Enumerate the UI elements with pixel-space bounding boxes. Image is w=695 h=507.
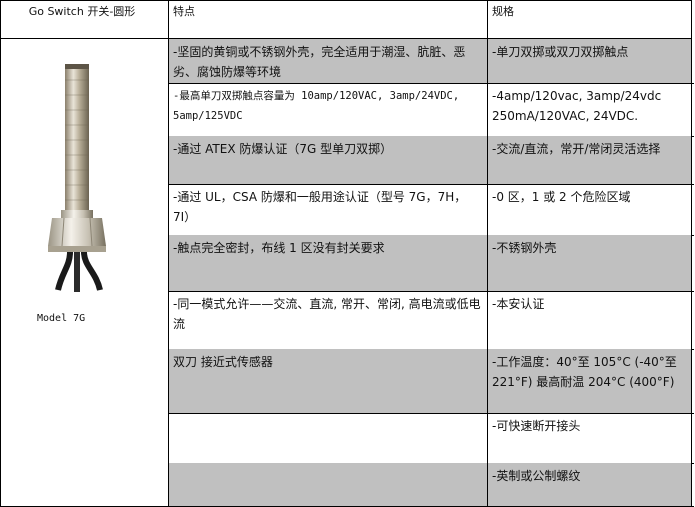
feature-text: -通过 UL，CSA 防爆和一般用途认证（型号 7G，7H，7I） bbox=[173, 190, 467, 224]
spec-text: -工作温度：40°至 105°C (-40°至 221°F) 最高耐温 204°… bbox=[492, 355, 677, 389]
spec-cell: -本安认证 bbox=[488, 291, 691, 349]
feature-cell: 双刀 接近式传感器 bbox=[169, 349, 487, 413]
header-specs-text: 规格 bbox=[492, 5, 514, 18]
header-features: 特点 bbox=[169, 0, 487, 38]
grid-line bbox=[168, 0, 169, 507]
feature-text: -通过 ATEX 防爆认证（7G 型单刀双掷） bbox=[173, 142, 393, 156]
feature-text: -触点完全密封，布线 1 区没有封关要求 bbox=[173, 241, 385, 255]
spec-cell: -0 区，1 或 2 个危险区域 bbox=[488, 184, 691, 235]
grid-line bbox=[0, 38, 692, 39]
spec-text: -可快速断开接头 bbox=[492, 419, 581, 433]
feature-cell: -同一模式允许——交流、直流, 常开、常闭, 高电流或低电流 bbox=[169, 291, 487, 349]
spec-cell: -工作温度：40°至 105°C (-40°至 221°F) 最高耐温 204°… bbox=[488, 349, 691, 413]
spec-text: -0 区，1 或 2 个危险区域 bbox=[492, 190, 631, 204]
spec-cell: -英制或公制螺纹 bbox=[488, 463, 691, 506]
feature-cell bbox=[169, 463, 487, 506]
spec-text: -4amp/120vac, 3amp/24vdc 250mA/120VAC, 2… bbox=[492, 89, 662, 123]
header-features-text: 特点 bbox=[173, 5, 195, 18]
feature-text: -坚固的黄铜或不锈钢外壳，完全适用于潮湿、肮脏、恶劣、腐蚀防爆等环境 bbox=[173, 45, 466, 79]
grid-line bbox=[487, 0, 488, 507]
feature-text: -同一模式允许——交流、直流, 常开、常闭, 高电流或低电流 bbox=[173, 297, 481, 331]
spec-cell: -单刀双掷或双刀双掷触点 bbox=[488, 39, 691, 83]
feature-cell: -坚固的黄铜或不锈钢外壳，完全适用于潮湿、肮脏、恶劣、腐蚀防爆等环境 bbox=[169, 39, 487, 83]
spec-text: -英制或公制螺纹 bbox=[492, 469, 581, 483]
spec-table: Go Switch 开关-圆形 特点 规格 Model 7G -坚固的黄铜或不锈… bbox=[0, 0, 695, 507]
model-label: Model 7G bbox=[37, 313, 86, 324]
feature-text: 双刀 接近式传感器 bbox=[173, 355, 273, 369]
spec-text: -本安认证 bbox=[492, 297, 545, 311]
grid-line bbox=[0, 0, 692, 1]
feature-cell bbox=[169, 413, 487, 463]
grid-line bbox=[691, 0, 692, 507]
spec-text: -单刀双掷或双刀双掷触点 bbox=[492, 45, 629, 59]
spec-text: -不锈钢外壳 bbox=[492, 241, 557, 255]
spec-cell: -4amp/120vac, 3amp/24vdc 250mA/120VAC, 2… bbox=[488, 83, 691, 136]
feature-cell: -通过 UL，CSA 防爆和一般用途认证（型号 7G，7H，7I） bbox=[169, 184, 487, 235]
sensor-image bbox=[48, 64, 106, 292]
header-specs: 规格 bbox=[488, 0, 691, 38]
spec-cell: -不锈钢外壳 bbox=[488, 235, 691, 291]
spec-text: -交流/直流，常开/常闭灵活选择 bbox=[492, 142, 661, 156]
feature-text: -最高单刀双掷触点容量为 10amp/120VAC, 3amp/24VDC, 5… bbox=[173, 90, 460, 122]
spec-cell: -交流/直流，常开/常闭灵活选择 bbox=[488, 136, 691, 184]
spec-cell: -可快速断开接头 bbox=[488, 413, 691, 463]
feature-cell: -最高单刀双掷触点容量为 10amp/120VAC, 3amp/24VDC, 5… bbox=[169, 83, 487, 136]
feature-cell: -触点完全密封，布线 1 区没有封关要求 bbox=[169, 235, 487, 291]
grid-line bbox=[0, 0, 1, 507]
feature-cell: -通过 ATEX 防爆认证（7G 型单刀双掷） bbox=[169, 136, 487, 184]
